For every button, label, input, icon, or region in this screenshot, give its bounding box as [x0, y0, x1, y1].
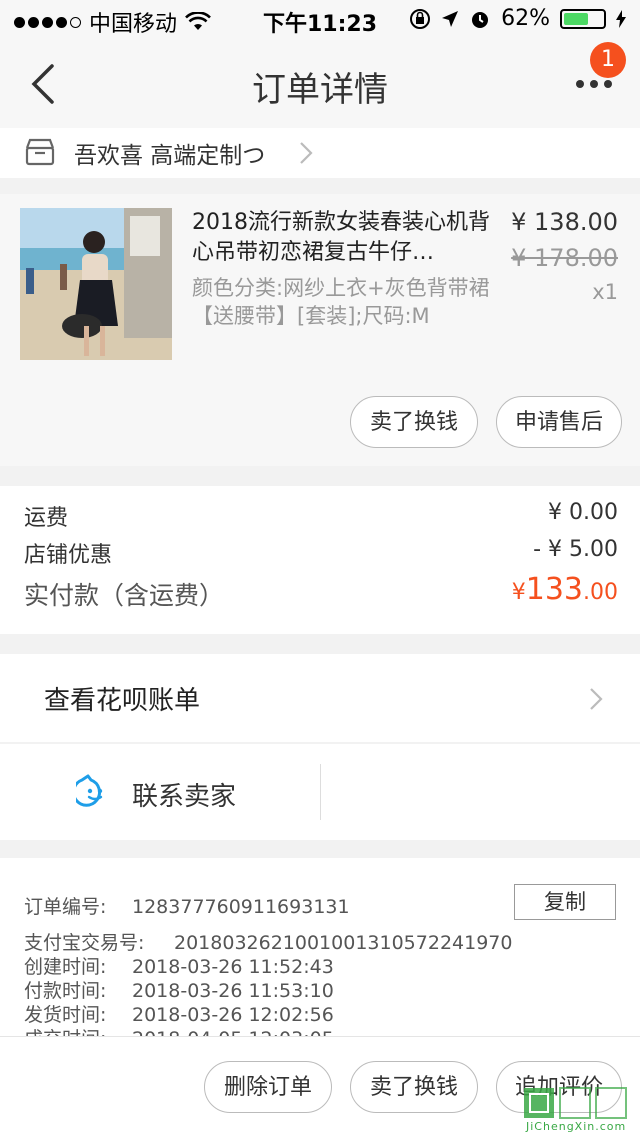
paid-time-value: 2018-03-26 11:53:10 — [132, 980, 334, 1002]
shop-icon — [25, 138, 55, 166]
contact-seller-button[interactable]: 联系卖家 — [0, 744, 320, 840]
watermark-text: JiChengXin.com — [526, 1120, 627, 1133]
status-right: 62% — [409, 6, 626, 31]
product-attributes: 颜色分类:网纱上衣+灰色背带裙【送腰带】[套装];尺码:M — [192, 276, 490, 328]
paid-time-row: 付款时间: 2018-03-26 11:53:10 — [24, 976, 334, 1003]
order-info: 订单编号: 128377760911693131 复制 支付宝交易号: 201803… — [0, 858, 640, 1036]
alipay-trade-label: 支付宝交易号: — [24, 932, 145, 954]
charging-icon — [616, 9, 626, 28]
product-title[interactable]: 2018流行新款女装春装心机背心吊带初恋裙复古牛仔… — [192, 208, 498, 268]
shipped-time-value: 2018-03-26 12:02:56 — [132, 1004, 334, 1026]
wangwang-icon — [76, 774, 103, 807]
order-number-label: 订单编号: — [24, 896, 107, 918]
product-original-price: ¥ 178.00 — [511, 244, 618, 272]
product-card[interactable]: 2018流行新款女装春装心机背心吊带初恋裙复古牛仔… 颜色分类:网纱上衣+灰色背… — [0, 194, 640, 466]
shipped-time-row: 发货时间: 2018-03-26 12:02:56 — [24, 1000, 334, 1027]
created-time-label: 创建时间: — [24, 956, 107, 978]
chevron-right-icon — [300, 142, 313, 164]
order-number-row: 订单编号: 128377760911693131 — [24, 892, 350, 919]
alipay-trade-value: 2018032621001001310572241970 — [174, 932, 513, 954]
shipping-label: 运费 — [24, 506, 69, 531]
page-title: 订单详情 — [252, 70, 388, 110]
product-thumbnail[interactable] — [20, 208, 172, 360]
status-bar: 中国移动 下午11:23 62% — [0, 0, 640, 40]
huabei-bill-row[interactable]: 查看花呗账单 — [0, 654, 640, 742]
delete-order-button[interactable]: 删除订单 — [204, 1061, 332, 1113]
copy-button[interactable]: 复制 — [514, 884, 616, 920]
shop-row[interactable]: 吾欢喜 高端定制つ — [0, 128, 640, 178]
alipay-trade-row: 支付宝交易号: 2018032621001001310572241970 — [24, 928, 512, 955]
location-arrow-icon — [442, 10, 459, 27]
paid-amount: ¥133.00 — [512, 572, 618, 607]
order-number-value: 128377760911693131 — [132, 896, 350, 918]
rotation-lock-icon — [410, 8, 431, 29]
completed-time-value: 2018-04-05 12:03:05 — [132, 1028, 334, 1036]
discount-label: 店铺优惠 — [24, 543, 113, 568]
paid-currency: ¥ — [511, 580, 526, 605]
after-sale-button[interactable]: 申请售后 — [496, 396, 622, 448]
notification-badge: 1 — [590, 42, 626, 78]
product-quantity: x1 — [592, 280, 618, 304]
shipped-time-label: 发货时间: — [24, 1004, 107, 1026]
alarm-icon — [472, 11, 489, 28]
chevron-right-icon — [590, 688, 603, 710]
nav-bar: 订单详情 1 — [0, 40, 640, 128]
created-time-row: 创建时间: 2018-03-26 11:52:43 — [24, 952, 334, 979]
battery-percent: 62% — [501, 6, 550, 31]
shipping-value: ¥ 0.00 — [548, 500, 618, 525]
completed-time-label: 成交时间: — [24, 1024, 132, 1036]
created-time-value: 2018-03-26 11:52:43 — [132, 956, 334, 978]
paid-time-label: 付款时间: — [24, 980, 107, 1002]
battery-icon — [560, 8, 606, 29]
paid-decimal: .00 — [583, 580, 618, 605]
watermark: JiChengXin.com — [522, 1084, 634, 1136]
huabei-bill-label: 查看花呗账单 — [44, 686, 201, 716]
more-icon[interactable] — [574, 76, 614, 92]
sell-button[interactable]: 卖了换钱 — [350, 396, 478, 448]
contact-row: 联系卖家 — [0, 744, 640, 840]
contact-seller-label: 联系卖家 — [132, 782, 237, 812]
product-price: ¥ 138.00 — [511, 208, 618, 236]
paid-label: 实付款（含运费） — [24, 581, 225, 610]
fees-section: 运费 ¥ 0.00 店铺优惠 - ¥ 5.00 实付款（含运费） ¥133.00 — [0, 486, 640, 634]
sell-button-bottom[interactable]: 卖了换钱 — [350, 1061, 478, 1113]
completed-time-row: 成交时间:2018-04-05 12:03:05 — [24, 1024, 334, 1036]
shop-name: 吾欢喜 高端定制つ — [74, 143, 266, 169]
discount-value: - ¥ 5.00 — [533, 537, 618, 562]
paid-integer: 133 — [525, 572, 583, 607]
divider — [320, 764, 321, 820]
